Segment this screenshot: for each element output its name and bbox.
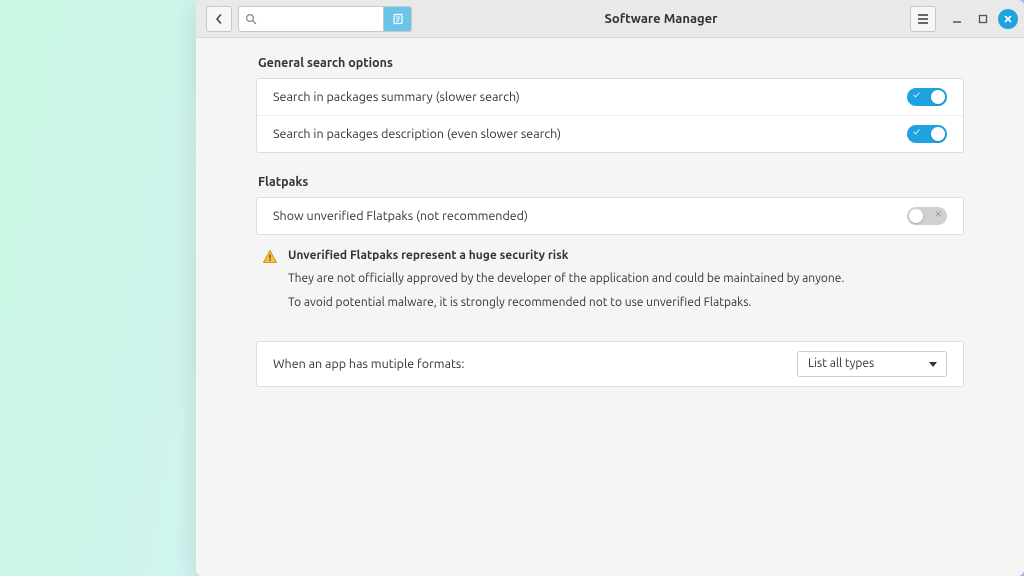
formats-select[interactable]: List all types	[797, 351, 947, 377]
content-area: General search options Search in package…	[196, 38, 1024, 576]
option-row-description-search: Search in packages description (even slo…	[257, 116, 963, 152]
option-label: When an app has mutiple formats:	[273, 357, 797, 371]
select-value: List all types	[808, 357, 874, 370]
warning-text: Unverified Flatpaks represent a huge sec…	[288, 247, 844, 319]
search-input[interactable]	[263, 7, 383, 31]
option-label: Show unverified Flatpaks (not recommende…	[273, 209, 907, 223]
toggle-unverified-flatpaks[interactable]	[907, 207, 947, 225]
minimize-icon	[952, 14, 962, 24]
minimize-button[interactable]	[946, 8, 968, 30]
maximize-button[interactable]	[972, 8, 994, 30]
maximize-icon	[978, 14, 988, 24]
option-row-formats: When an app has mutiple formats: List al…	[257, 342, 963, 386]
toggle-knob	[909, 209, 923, 223]
general-options-card: Search in packages summary (slower searc…	[256, 78, 964, 153]
chevron-left-icon	[214, 14, 224, 24]
warning-line: They are not officially approved by the …	[288, 270, 844, 289]
window-title: Software Manager	[418, 12, 904, 26]
option-row-summary-search: Search in packages summary (slower searc…	[257, 79, 963, 116]
search-icon	[239, 13, 263, 25]
close-button[interactable]	[998, 9, 1018, 29]
option-label: Search in packages summary (slower searc…	[273, 90, 907, 104]
flatpak-warning: Unverified Flatpaks represent a huge sec…	[256, 243, 964, 319]
toggle-summary-search[interactable]	[907, 88, 947, 106]
toggle-knob	[931, 127, 945, 141]
section-title-general: General search options	[258, 56, 964, 70]
search-submit-button[interactable]	[383, 6, 411, 32]
page-icon	[392, 13, 404, 25]
formats-card: When an app has mutiple formats: List al…	[256, 341, 964, 387]
toggle-knob	[931, 90, 945, 104]
app-window: Software Manager General search options …	[196, 0, 1024, 576]
search-field[interactable]	[238, 6, 412, 32]
option-label: Search in packages description (even slo…	[273, 127, 907, 141]
toggle-description-search[interactable]	[907, 125, 947, 143]
hamburger-icon	[917, 14, 929, 24]
warning-icon	[262, 249, 278, 265]
back-button[interactable]	[206, 6, 232, 32]
flatpaks-card: Show unverified Flatpaks (not recommende…	[256, 197, 964, 235]
titlebar: Software Manager	[196, 0, 1024, 38]
warning-line: To avoid potential malware, it is strong…	[288, 294, 844, 313]
section-title-flatpaks: Flatpaks	[258, 175, 964, 189]
window-controls	[946, 8, 1018, 30]
menu-button[interactable]	[910, 6, 936, 32]
option-row-unverified-flatpaks: Show unverified Flatpaks (not recommende…	[257, 198, 963, 234]
close-icon	[1003, 14, 1013, 24]
warning-title: Unverified Flatpaks represent a huge sec…	[288, 247, 844, 266]
